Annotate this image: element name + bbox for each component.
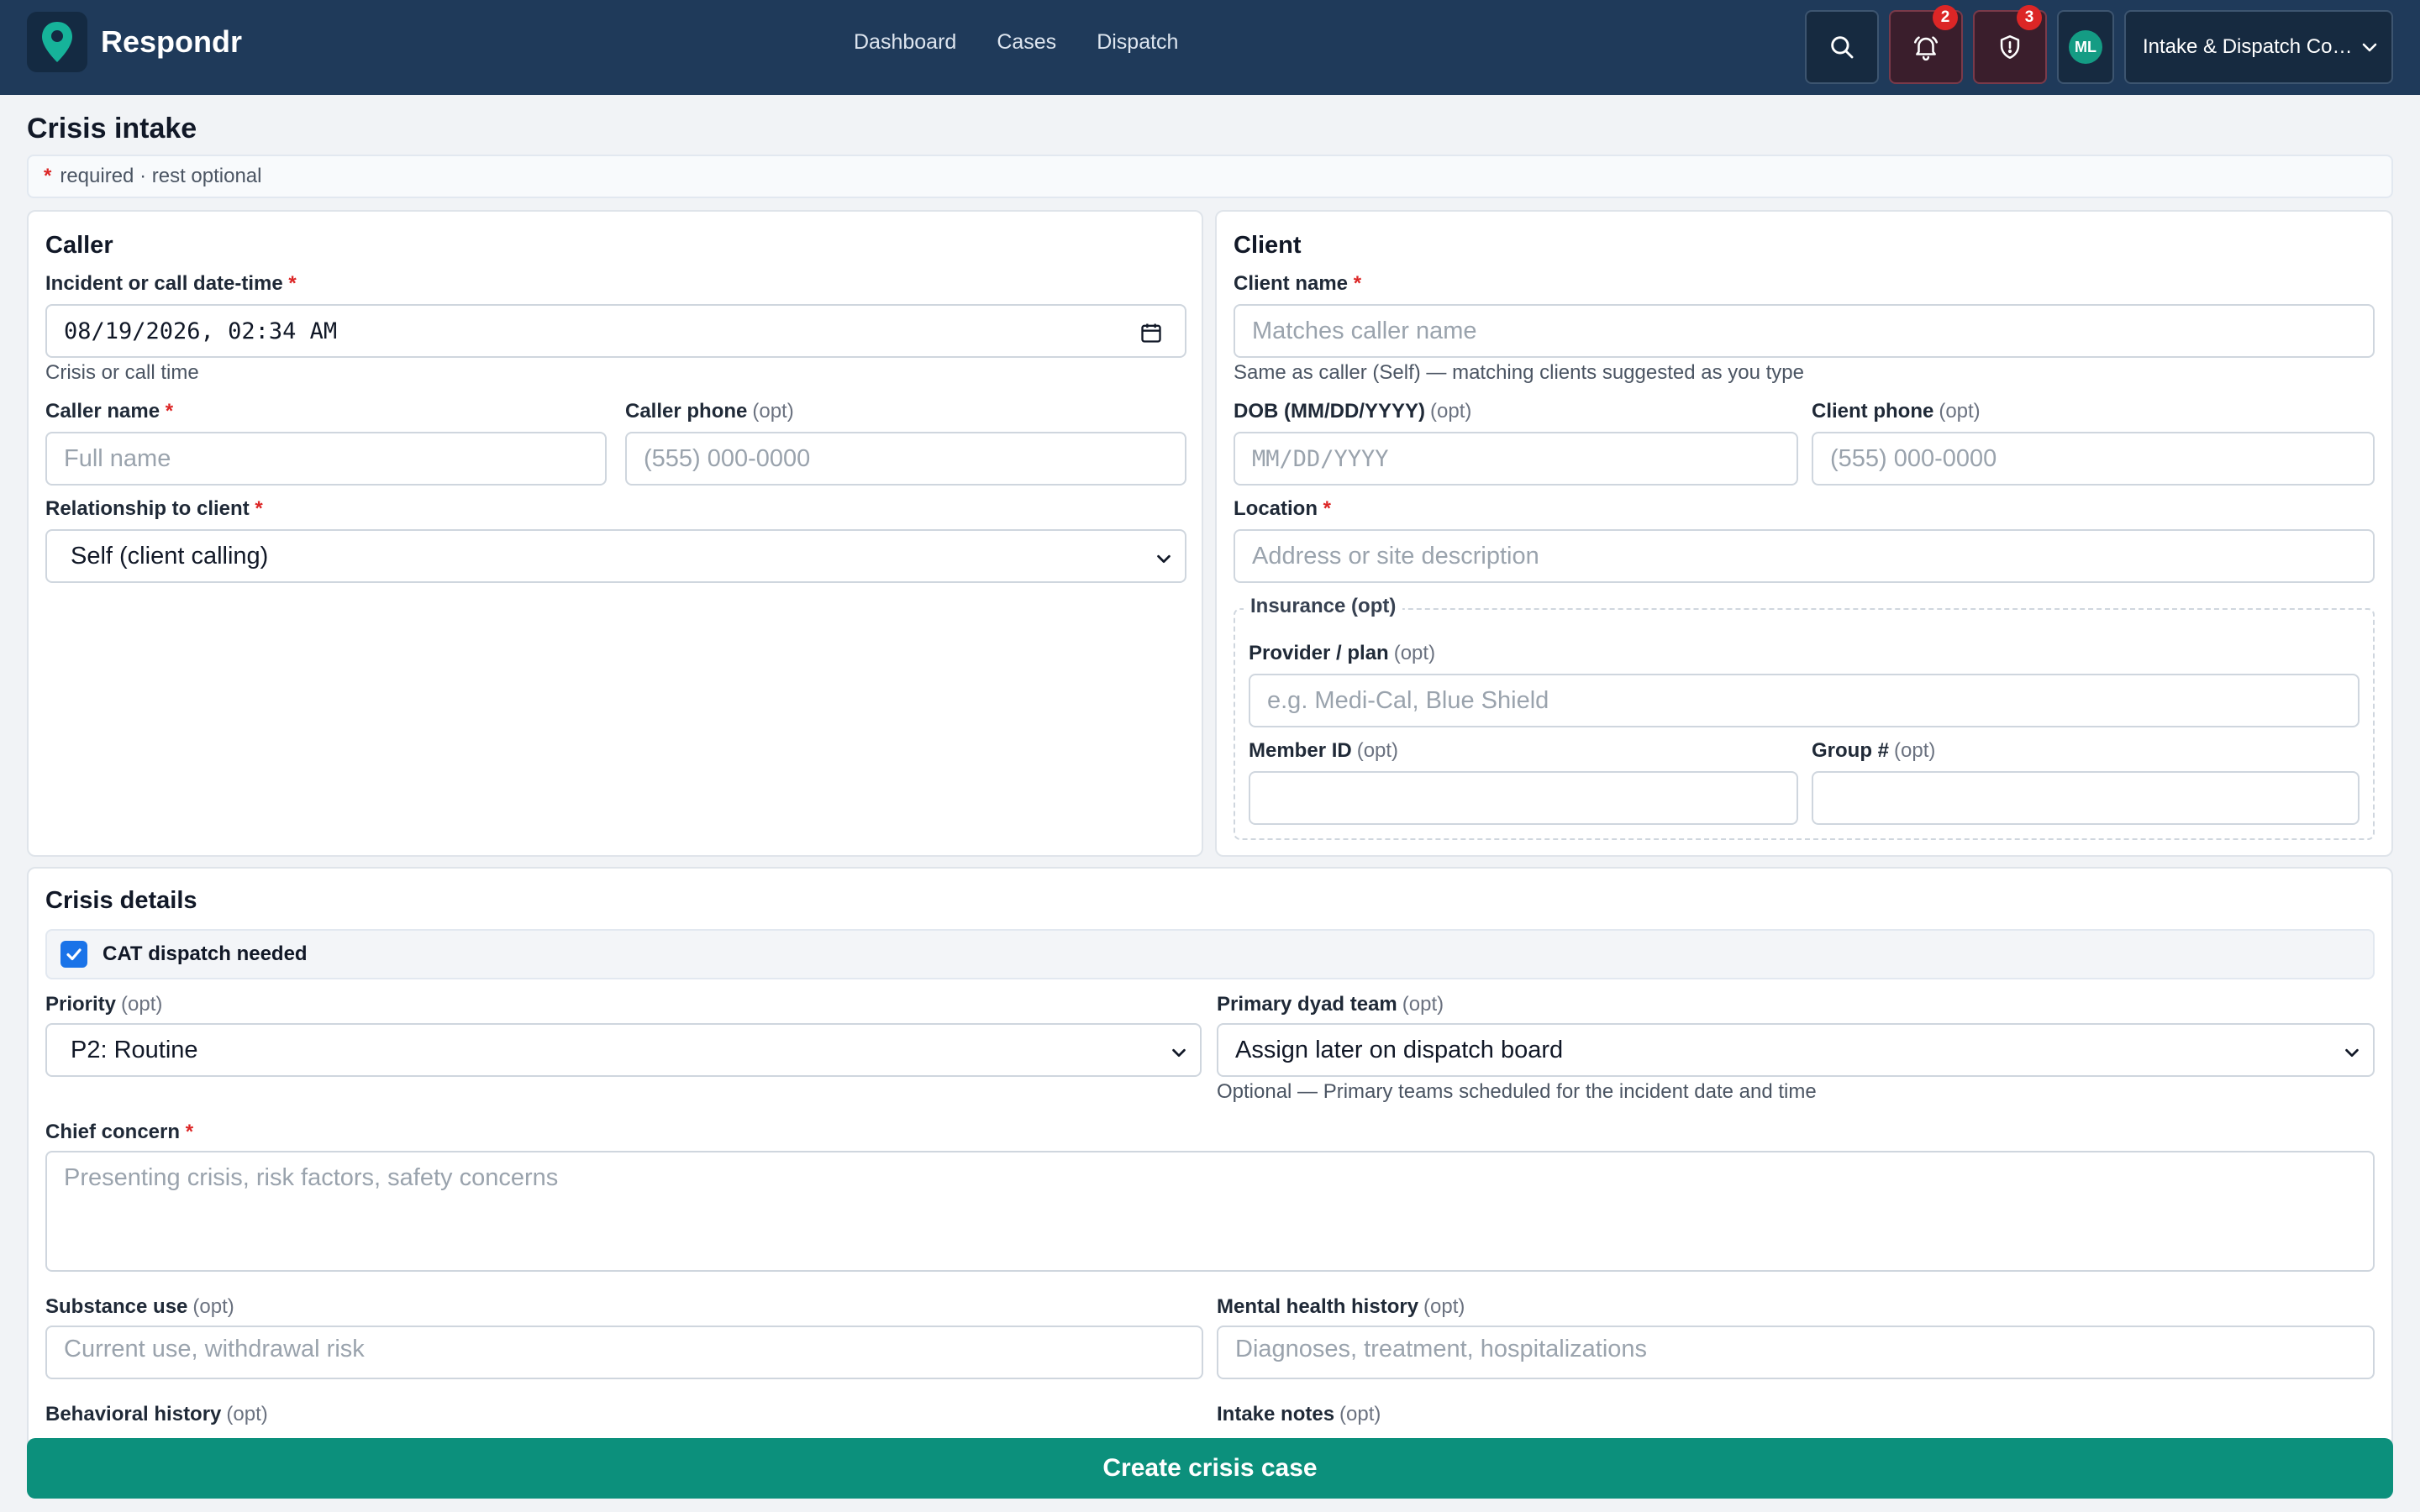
chevron-down-icon [2345, 1048, 2359, 1058]
alerts-count-badge: 3 [2017, 5, 2042, 30]
search-button[interactable] [1805, 10, 1879, 84]
required-marker: * [44, 165, 52, 187]
main-nav: Dashboard Cases Dispatch [854, 30, 1218, 55]
page-title: Crisis intake [27, 113, 197, 144]
cat-dispatch-row[interactable]: CAT dispatch needed [45, 929, 2375, 979]
behavioral-history-label: Behavioral history (opt) [45, 1403, 268, 1425]
create-case-button[interactable]: Create crisis case [27, 1438, 2393, 1499]
client-name-hint: Same as caller (Self) — matching clients… [1234, 361, 1804, 384]
search-icon [1831, 36, 1854, 59]
nav-dispatch[interactable]: Dispatch [1097, 30, 1178, 55]
provider-input[interactable] [1249, 674, 2360, 727]
required-legend-text: required · rest optional [60, 165, 262, 187]
client-card: Client Client name * Same as caller (Sel… [1215, 210, 2393, 857]
caller-phone-input[interactable] [625, 432, 1186, 486]
dob-label: DOB (MM/DD/YYYY) (opt) [1234, 400, 1472, 423]
chief-concern-label: Chief concern * [45, 1121, 194, 1143]
chevron-down-icon [1172, 1048, 1186, 1058]
datetime-label: Incident or call date-time * [45, 272, 297, 295]
nav-dashboard[interactable]: Dashboard [854, 30, 956, 55]
team-label: Primary dyad team (opt) [1217, 993, 1444, 1016]
team-select-value: Assign later on dispatch board [1235, 1036, 1564, 1063]
caller-name-input[interactable] [45, 432, 607, 486]
substance-use-label: Substance use (opt) [45, 1295, 234, 1318]
group-number-input[interactable] [1812, 771, 2360, 825]
caller-section-title: Caller [45, 232, 113, 259]
checkmark-icon [66, 948, 82, 961]
team-hint: Optional — Primary teams scheduled for t… [1217, 1080, 1817, 1103]
insurance-fieldset: Insurance (opt) Provider / plan(opt) Mem… [1234, 595, 2375, 840]
member-id-input[interactable] [1249, 771, 1798, 825]
bell-icon [1913, 36, 1939, 61]
calendar-icon[interactable] [1139, 321, 1163, 344]
top-bar: Respondr Dashboard Cases Dispatch 2 3 ML… [0, 0, 2420, 95]
user-menu-button[interactable]: ML [2057, 10, 2114, 84]
datetime-field[interactable]: 08/19/2026, 02:34 AM [45, 304, 1186, 358]
relationship-select-value: Self (client calling) [71, 542, 269, 570]
role-select[interactable]: Intake & Dispatch Coordinator [2124, 10, 2393, 84]
mental-health-textarea[interactable] [1217, 1326, 2375, 1379]
relationship-select[interactable]: Self (client calling) [45, 529, 1186, 583]
intake-notes-label: Intake notes (opt) [1217, 1403, 1381, 1425]
priority-select[interactable]: P2: Routine [45, 1023, 1202, 1077]
team-select[interactable]: Assign later on dispatch board [1217, 1023, 2375, 1077]
notifications-button[interactable]: 2 [1889, 5, 1963, 84]
member-id-label: Member ID (opt) [1249, 739, 1399, 762]
chevron-down-icon [2362, 43, 2377, 52]
cat-dispatch-label: CAT dispatch needed [103, 942, 308, 965]
client-phone-input[interactable] [1812, 432, 2375, 486]
alerts-button[interactable]: 3 [1973, 5, 2047, 84]
dob-input[interactable] [1234, 432, 1798, 486]
brand[interactable]: Respondr [27, 12, 242, 72]
substance-use-textarea[interactable] [45, 1326, 1203, 1379]
group-number-label: Group # (opt) [1812, 739, 1936, 762]
client-name-input[interactable] [1234, 304, 2375, 358]
datetime-value: 08/19/2026, 02:34 AM [64, 318, 338, 344]
nav-cases[interactable]: Cases [997, 30, 1056, 55]
role-select-value: Intake & Dispatch Coordinator [2143, 35, 2353, 58]
insurance-legend: Insurance (opt) [1244, 595, 1403, 618]
avatar: ML [2069, 30, 2102, 64]
client-section-title: Client [1234, 232, 1302, 259]
datetime-hint: Crisis or call time [45, 361, 199, 384]
caller-card: Caller Incident or call date-time * 08/1… [27, 210, 1203, 857]
client-name-label: Client name * [1234, 272, 1362, 295]
location-input[interactable] [1234, 529, 2375, 583]
provider-label: Provider / plan (opt) [1249, 642, 1436, 664]
required-legend: * required · rest optional [27, 155, 2393, 198]
priority-label: Priority (opt) [45, 993, 163, 1016]
chevron-down-icon [1157, 554, 1171, 564]
caller-name-label: Caller name * [45, 400, 174, 423]
mental-health-label: Mental health history (opt) [1217, 1295, 1465, 1318]
shield-alert-icon [2000, 34, 2020, 60]
app-name: Respondr [101, 24, 243, 59]
location-label: Location * [1234, 497, 1332, 520]
caller-phone-label: Caller phone (opt) [625, 400, 794, 423]
client-phone-label: Client phone (opt) [1812, 400, 1981, 423]
crisis-section-title: Crisis details [45, 887, 197, 914]
logo-pin-icon [27, 12, 87, 72]
priority-select-value: P2: Routine [71, 1036, 198, 1063]
chief-concern-textarea[interactable] [45, 1151, 2375, 1272]
cat-dispatch-checkbox[interactable] [60, 941, 87, 968]
relationship-label: Relationship to client * [45, 497, 263, 520]
notifications-count-badge: 2 [1933, 5, 1958, 30]
